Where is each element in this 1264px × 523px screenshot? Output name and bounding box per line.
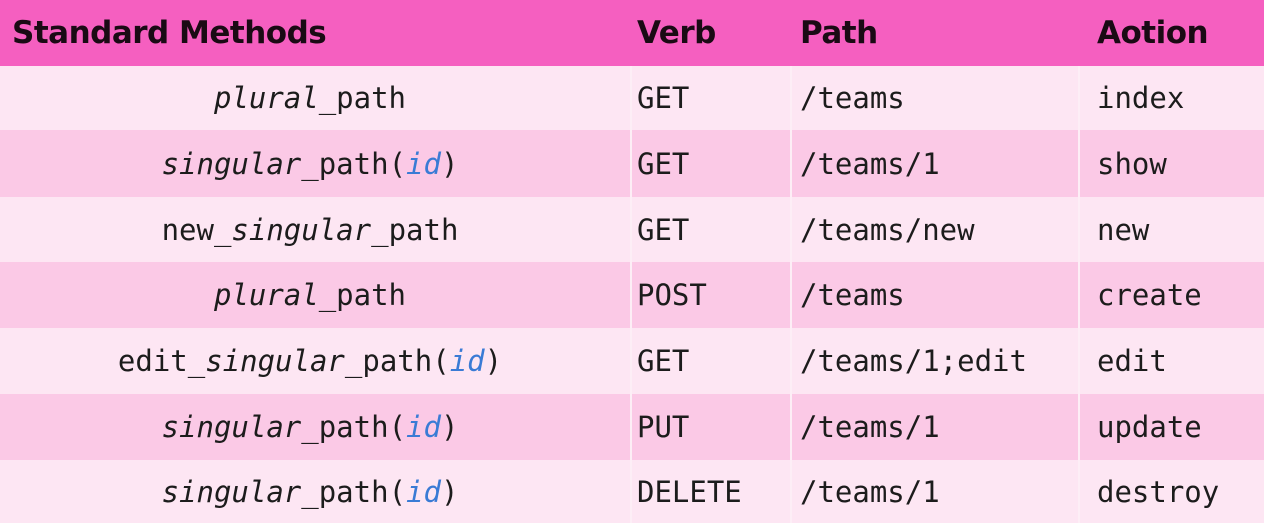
method-prefix: new_ bbox=[161, 212, 232, 247]
method-param: id bbox=[406, 474, 441, 509]
method-italic: plural bbox=[213, 81, 319, 115]
method-cell: singular _path(id) bbox=[0, 130, 620, 197]
method-italic: singular bbox=[161, 146, 302, 181]
method-cell: new_ singular _path bbox=[0, 197, 620, 262]
method-suffix: _path bbox=[318, 81, 407, 115]
column-divider bbox=[630, 66, 632, 523]
method-open: ( bbox=[388, 146, 407, 181]
table-row: singular _path(id) PUT /teams/1 update bbox=[0, 394, 1264, 460]
method-italic: singular bbox=[231, 212, 372, 247]
header-action: Aotion bbox=[1097, 15, 1209, 51]
table-row: singular _path(id) DELETE /teams/1 destro… bbox=[0, 460, 1264, 523]
method-param: id bbox=[406, 410, 441, 444]
method-close: ) bbox=[440, 474, 459, 509]
table-row: plural _path POST /teams create bbox=[0, 262, 1264, 328]
method-suffix: _path bbox=[301, 146, 389, 181]
routes-table: Standard Methods Verb Path Aotion plural… bbox=[0, 0, 1264, 523]
method-suffix: _path bbox=[371, 212, 459, 247]
action-cell: index bbox=[1097, 81, 1185, 115]
verb-cell: GET bbox=[637, 344, 690, 378]
verb-cell: GET bbox=[637, 146, 690, 181]
method-open: ( bbox=[388, 410, 407, 444]
method-cell: edit_ singular _path(id) bbox=[0, 328, 620, 394]
path-cell: /teams bbox=[800, 81, 905, 115]
table-header: Standard Methods Verb Path Aotion bbox=[0, 0, 1264, 66]
method-cell: plural _path bbox=[0, 262, 620, 328]
method-prefix: edit_ bbox=[117, 344, 206, 378]
verb-cell: DELETE bbox=[637, 474, 742, 509]
table-row: edit_ singular _path(id) GET /teams/1;edit… bbox=[0, 328, 1264, 394]
action-cell: destroy bbox=[1097, 474, 1220, 509]
method-open: ( bbox=[388, 474, 407, 509]
header-verb: Verb bbox=[637, 15, 716, 51]
method-param: id bbox=[449, 344, 485, 378]
method-suffix: _path bbox=[301, 474, 389, 509]
method-cell: singular _path(id) bbox=[0, 460, 620, 523]
table-row: singular _path(id) GET /teams/1 show bbox=[0, 130, 1264, 197]
method-param: id bbox=[406, 146, 441, 181]
method-italic: singular bbox=[161, 474, 302, 509]
path-cell: /teams/new bbox=[800, 212, 975, 247]
verb-cell: POST bbox=[637, 278, 707, 312]
path-cell: /teams/1 bbox=[800, 146, 940, 181]
method-suffix: _path bbox=[318, 278, 407, 312]
action-cell: new bbox=[1097, 212, 1150, 247]
table-row: plural _path GET /teams index bbox=[0, 66, 1264, 130]
method-close: ) bbox=[440, 146, 459, 181]
verb-cell: PUT bbox=[637, 410, 690, 444]
column-divider bbox=[1078, 66, 1080, 523]
path-cell: /teams/1 bbox=[800, 410, 940, 444]
path-cell: /teams/1;edit bbox=[800, 344, 1027, 378]
action-cell: update bbox=[1097, 410, 1202, 444]
method-italic: singular bbox=[205, 344, 345, 378]
method-close: ) bbox=[484, 344, 503, 378]
header-path: Path bbox=[800, 15, 878, 51]
table-row: new_ singular _path GET /teams/new new bbox=[0, 197, 1264, 262]
method-suffix: _path bbox=[301, 410, 389, 444]
verb-cell: GET bbox=[637, 212, 690, 247]
method-suffix: _path bbox=[344, 344, 433, 378]
method-italic: singular bbox=[161, 410, 302, 444]
method-cell: singular _path(id) bbox=[0, 394, 620, 460]
header-standard-methods: Standard Methods bbox=[12, 15, 327, 51]
method-cell: plural _path bbox=[0, 66, 620, 130]
path-cell: /teams/1 bbox=[800, 474, 940, 509]
action-cell: show bbox=[1097, 146, 1167, 181]
verb-cell: GET bbox=[637, 81, 690, 115]
method-close: ) bbox=[440, 410, 459, 444]
column-divider bbox=[790, 66, 792, 523]
method-italic: plural bbox=[213, 278, 319, 312]
method-open: ( bbox=[432, 344, 450, 378]
action-cell: edit bbox=[1097, 344, 1167, 378]
path-cell: /teams bbox=[800, 278, 905, 312]
action-cell: create bbox=[1097, 278, 1202, 312]
